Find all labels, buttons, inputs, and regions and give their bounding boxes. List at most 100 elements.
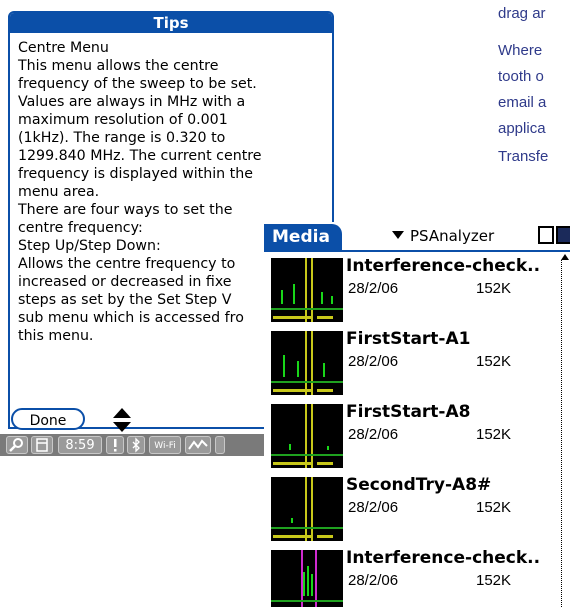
trace-peak bbox=[291, 518, 293, 523]
file-name: FirstStart-A8 bbox=[346, 402, 471, 422]
file-size: 152K bbox=[476, 572, 512, 589]
scroll-arrows[interactable] bbox=[113, 408, 131, 434]
thumb-label bbox=[317, 389, 333, 392]
chevron-down-icon bbox=[392, 231, 404, 239]
bluetooth-icon[interactable] bbox=[127, 436, 145, 454]
signal-icon[interactable] bbox=[185, 436, 211, 454]
trace-peak bbox=[323, 363, 325, 377]
trace-peak bbox=[293, 284, 295, 304]
file-name: FirstStart-A1 bbox=[346, 329, 471, 349]
file-size: 152K bbox=[476, 353, 512, 370]
file-date: 28/2/06 bbox=[348, 426, 399, 443]
background-line: email a bbox=[498, 94, 547, 111]
marker-line bbox=[311, 404, 313, 468]
thumb-label bbox=[273, 316, 313, 319]
background-line: tooth o bbox=[498, 68, 544, 85]
media-list: Interference-check.. 28/2/06 152K FirstS… bbox=[264, 254, 560, 607]
thumb-label bbox=[273, 389, 313, 392]
background-line: Where bbox=[498, 42, 543, 59]
header-divider bbox=[264, 250, 570, 252]
list-item[interactable]: FirstStart-A8 28/2/06 152K bbox=[264, 400, 560, 473]
noise-floor bbox=[271, 600, 343, 602]
trace-peak bbox=[307, 566, 309, 596]
file-date: 28/2/06 bbox=[348, 499, 399, 516]
noise-floor bbox=[271, 454, 343, 456]
tips-line: maximum resolution of 0.001 bbox=[18, 112, 228, 128]
file-size: 152K bbox=[476, 280, 512, 297]
marker-line bbox=[311, 477, 313, 541]
list-item[interactable]: Interference-check.. 28/2/06 152K bbox=[264, 546, 560, 607]
thumb-label bbox=[273, 535, 313, 538]
tips-line: 1299.840 MHz. The current centre bbox=[18, 148, 262, 164]
scroll-up-icon[interactable] bbox=[113, 408, 131, 418]
marker-line bbox=[311, 258, 313, 322]
file-name: Interference-check.. bbox=[346, 548, 541, 568]
trace-peak bbox=[321, 292, 323, 304]
tips-line: There are four ways to set the bbox=[18, 202, 233, 218]
list-item[interactable]: Interference-check.. 28/2/06 152K bbox=[264, 254, 560, 327]
tips-line: frequency is displayed within the bbox=[18, 166, 253, 182]
tips-line: menu area. bbox=[18, 184, 100, 200]
spectrum-thumbnail bbox=[271, 477, 343, 541]
list-item[interactable]: SecondTry-A8# 28/2/06 152K bbox=[264, 473, 560, 546]
app-selector[interactable]: PSAnalyzer bbox=[392, 226, 494, 246]
spectrum-thumbnail bbox=[271, 331, 343, 395]
spectrum-thumbnail bbox=[271, 550, 343, 607]
menu-icon[interactable] bbox=[31, 436, 53, 454]
thumb-label bbox=[317, 535, 333, 538]
list-view-icon[interactable] bbox=[538, 226, 554, 244]
background-line: drag ar bbox=[498, 5, 546, 22]
file-date: 28/2/06 bbox=[348, 280, 399, 297]
thumb-label bbox=[317, 316, 333, 319]
media-title: Media bbox=[264, 224, 342, 250]
trace-peak bbox=[311, 574, 313, 596]
tips-line: frequency of the sweep to be set. bbox=[18, 76, 257, 92]
find-icon[interactable] bbox=[6, 436, 28, 454]
thumb-label bbox=[317, 462, 333, 465]
noise-floor bbox=[271, 308, 343, 310]
marker-line bbox=[305, 477, 307, 541]
file-date: 28/2/06 bbox=[348, 572, 399, 589]
noise-floor bbox=[271, 381, 343, 383]
thumbnail-view-icon[interactable] bbox=[556, 226, 570, 244]
list-item[interactable]: FirstStart-A1 28/2/06 152K bbox=[264, 327, 560, 400]
background-line: Transfe bbox=[498, 148, 549, 165]
file-name: Interference-check.. bbox=[346, 256, 541, 276]
file-size: 152K bbox=[476, 426, 512, 443]
noise-floor bbox=[271, 527, 343, 529]
thumb-label bbox=[273, 462, 313, 465]
trace-peak bbox=[303, 572, 305, 596]
battery-icon[interactable] bbox=[215, 436, 225, 454]
trace-peak bbox=[281, 290, 283, 304]
tips-line: Values are always in MHz with a bbox=[18, 94, 246, 110]
marker-line bbox=[315, 550, 317, 607]
tips-title: Tips bbox=[10, 13, 332, 33]
scrollbar[interactable] bbox=[561, 260, 568, 607]
media-header: Media PSAnalyzer bbox=[264, 222, 570, 252]
clock[interactable]: 8:59 bbox=[58, 436, 102, 454]
marker-line bbox=[305, 404, 307, 468]
marker-line bbox=[305, 258, 307, 322]
file-size: 152K bbox=[476, 499, 512, 516]
trace-peak bbox=[297, 361, 299, 377]
tips-line: This menu allows the centre bbox=[18, 58, 219, 74]
scroll-down-icon[interactable] bbox=[113, 422, 131, 432]
spectrum-thumbnail bbox=[271, 404, 343, 468]
tips-line: Centre Menu bbox=[18, 40, 109, 56]
file-date: 28/2/06 bbox=[348, 353, 399, 370]
background-line: applica bbox=[498, 120, 546, 137]
app-selector-label: PSAnalyzer bbox=[410, 227, 495, 245]
spectrum-thumbnail bbox=[271, 258, 343, 322]
marker-line bbox=[305, 331, 307, 395]
alert-icon[interactable] bbox=[106, 436, 124, 454]
file-name: SecondTry-A8# bbox=[346, 475, 492, 495]
trace-peak bbox=[327, 446, 329, 450]
media-window: Media PSAnalyzer Interference-check.. 28… bbox=[264, 222, 570, 607]
done-button[interactable]: Done bbox=[11, 408, 85, 430]
trace-peak bbox=[283, 355, 285, 377]
marker-line bbox=[311, 331, 313, 395]
trace-peak bbox=[331, 296, 333, 304]
trace-peak bbox=[289, 444, 291, 450]
tips-line: (1kHz). The range is 0.320 to bbox=[18, 130, 226, 146]
wifi-icon[interactable]: Wi-Fi bbox=[149, 436, 181, 454]
